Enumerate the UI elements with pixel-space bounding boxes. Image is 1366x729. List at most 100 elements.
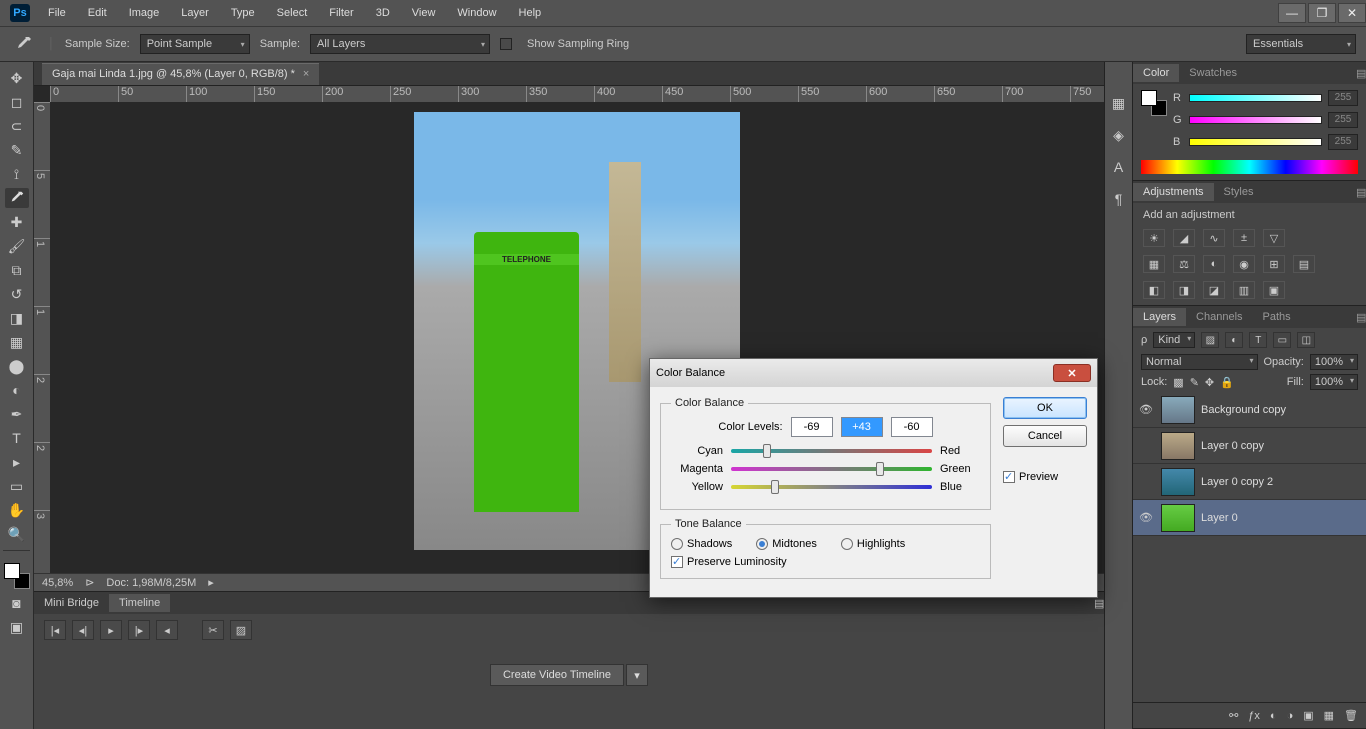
level-cyan-input[interactable]: [791, 417, 833, 437]
tab-color[interactable]: Color: [1133, 64, 1179, 82]
adj-hue-icon[interactable]: ▦: [1143, 255, 1165, 273]
menu-view[interactable]: View: [402, 3, 446, 23]
preserve-luminosity-check[interactable]: Preserve Luminosity: [671, 556, 787, 568]
filter-adj-icon[interactable]: ◐: [1225, 332, 1243, 348]
workspace-select[interactable]: Essentials: [1246, 34, 1356, 54]
dodge-tool[interactable]: ◐: [5, 380, 29, 400]
panel-color-swatches[interactable]: [1141, 90, 1167, 116]
layer-row[interactable]: 👁 Layer 0: [1133, 500, 1366, 536]
maximize-button[interactable]: ❐: [1308, 3, 1336, 23]
g-value[interactable]: 255: [1328, 112, 1358, 128]
prev-frame-icon[interactable]: ◂|: [72, 620, 94, 640]
adj-photo-filter-icon[interactable]: ◉: [1233, 255, 1255, 273]
link-layers-icon[interactable]: ⚯: [1229, 709, 1238, 722]
adj-channel-mixer-icon[interactable]: ⊞: [1263, 255, 1285, 273]
tab-swatches[interactable]: Swatches: [1179, 64, 1247, 82]
clone-tool[interactable]: ⧉: [5, 260, 29, 280]
layer-row[interactable]: 👁 Background copy: [1133, 392, 1366, 428]
tab-channels[interactable]: Channels: [1186, 308, 1252, 326]
lock-transparent-icon[interactable]: ▩: [1173, 376, 1183, 389]
layer-row[interactable]: Layer 0 copy 2: [1133, 464, 1366, 500]
adj-gradient-icon[interactable]: ▥: [1233, 281, 1255, 299]
lock-all-icon[interactable]: 🔒: [1220, 376, 1234, 389]
yellow-slider[interactable]: [731, 485, 932, 489]
create-video-dropdown[interactable]: ▾: [626, 664, 648, 686]
adj-levels-icon[interactable]: ◢: [1173, 229, 1195, 247]
r-slider[interactable]: [1189, 94, 1322, 102]
split-icon[interactable]: ✂: [202, 620, 224, 640]
adj-posterize-icon[interactable]: ◨: [1173, 281, 1195, 299]
layer-fx-icon[interactable]: ƒx: [1248, 710, 1260, 722]
tab-layers[interactable]: Layers: [1133, 308, 1186, 326]
layer-row[interactable]: Layer 0 copy: [1133, 428, 1366, 464]
color-swatches[interactable]: [4, 563, 30, 589]
filter-type-icon[interactable]: T: [1249, 332, 1267, 348]
move-tool[interactable]: ✥: [5, 68, 29, 88]
midtones-radio[interactable]: Midtones: [756, 538, 817, 550]
cancel-button[interactable]: Cancel: [1003, 425, 1087, 447]
show-sampling-ring-check[interactable]: [500, 38, 512, 50]
adj-brightness-icon[interactable]: ☀: [1143, 229, 1165, 247]
spectrum-bar[interactable]: [1141, 160, 1358, 174]
menu-help[interactable]: Help: [509, 3, 552, 23]
lasso-tool[interactable]: ⊂: [5, 116, 29, 136]
gradient-tool[interactable]: ▦: [5, 332, 29, 352]
lock-pixels-icon[interactable]: ✎: [1190, 376, 1199, 389]
adj-balance-icon[interactable]: ⚖: [1173, 255, 1195, 273]
properties-icon[interactable]: ◈: [1108, 124, 1130, 146]
ok-button[interactable]: OK: [1003, 397, 1087, 419]
tab-adjustments[interactable]: Adjustments: [1133, 183, 1214, 201]
eye-icon[interactable]: 👁: [1137, 403, 1155, 416]
color-flyout-icon[interactable]: ▤: [1346, 64, 1366, 83]
play-icon[interactable]: ▸: [100, 620, 122, 640]
g-slider[interactable]: [1189, 116, 1322, 124]
layers-flyout-icon[interactable]: ▤: [1346, 308, 1366, 327]
new-group-icon[interactable]: ▣: [1303, 709, 1313, 722]
level-yellow-input[interactable]: [891, 417, 933, 437]
r-value[interactable]: 255: [1328, 90, 1358, 106]
filter-smart-icon[interactable]: ◫: [1297, 332, 1315, 348]
next-frame-icon[interactable]: |▸: [128, 620, 150, 640]
tab-paths[interactable]: Paths: [1253, 308, 1301, 326]
create-video-button[interactable]: Create Video Timeline: [490, 664, 624, 686]
fill-select[interactable]: 100%: [1310, 374, 1358, 390]
zoom-value[interactable]: 45,8%: [42, 577, 73, 589]
sample-size-select[interactable]: Point Sample: [140, 34, 250, 54]
history-brush-tool[interactable]: ↺: [5, 284, 29, 304]
shadows-radio[interactable]: Shadows: [671, 538, 732, 550]
eyedropper-tool[interactable]: [5, 188, 29, 208]
menu-filter[interactable]: Filter: [319, 3, 363, 23]
adj-curves-icon[interactable]: ∿: [1203, 229, 1225, 247]
menu-layer[interactable]: Layer: [171, 3, 219, 23]
b-value[interactable]: 255: [1328, 134, 1358, 150]
delete-layer-icon[interactable]: 🗑: [1344, 709, 1358, 722]
shape-tool[interactable]: ▭: [5, 476, 29, 496]
quick-mask-tool[interactable]: ◙: [5, 593, 29, 613]
type-tool[interactable]: T: [5, 428, 29, 448]
adj-vibrance-icon[interactable]: ▽: [1263, 229, 1285, 247]
menu-image[interactable]: Image: [119, 3, 170, 23]
menu-3d[interactable]: 3D: [366, 3, 400, 23]
menu-select[interactable]: Select: [267, 3, 318, 23]
brush-tool[interactable]: 🖌: [5, 236, 29, 256]
status-arrow-icon[interactable]: ▸: [208, 576, 214, 589]
dialog-close-button[interactable]: ✕: [1053, 364, 1091, 382]
hand-tool[interactable]: ✋: [5, 500, 29, 520]
adj-selective-icon[interactable]: ▣: [1263, 281, 1285, 299]
menu-file[interactable]: File: [38, 3, 76, 23]
character-icon[interactable]: A: [1108, 156, 1130, 178]
crop-tool[interactable]: ⟟: [5, 164, 29, 184]
adj-bw-icon[interactable]: ◐: [1203, 255, 1225, 273]
menu-edit[interactable]: Edit: [78, 3, 117, 23]
paragraph-icon[interactable]: ¶: [1108, 188, 1130, 210]
filter-shape-icon[interactable]: ▭: [1273, 332, 1291, 348]
transition-icon[interactable]: ▨: [230, 620, 252, 640]
magenta-slider[interactable]: [731, 467, 932, 471]
cyan-slider[interactable]: [731, 449, 932, 453]
marquee-tool[interactable]: ◻: [5, 92, 29, 112]
path-select-tool[interactable]: ▸: [5, 452, 29, 472]
adj-lookup-icon[interactable]: ▤: [1293, 255, 1315, 273]
screen-mode-tool[interactable]: ▣: [5, 617, 29, 637]
menu-type[interactable]: Type: [221, 3, 265, 23]
new-layer-icon[interactable]: ▦: [1324, 709, 1334, 722]
